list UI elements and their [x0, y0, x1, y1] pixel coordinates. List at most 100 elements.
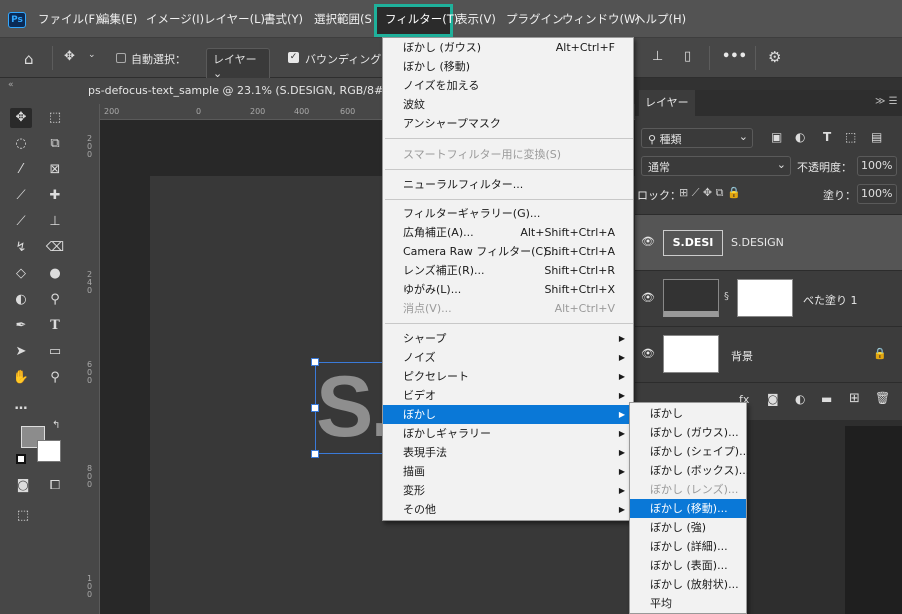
blend-mode-dropdown[interactable]: 通常 ⌄ — [641, 156, 791, 176]
rectangle-tool-icon[interactable]: ▭ — [44, 342, 66, 362]
distribute-icon[interactable]: ▯ — [684, 49, 691, 64]
selection-bounding-box[interactable] — [315, 362, 385, 454]
menu-select[interactable]: 選択範囲(S — [314, 0, 372, 38]
submenu-item-motion-blur[interactable]: ぼかし (移動)... — [630, 499, 746, 518]
menu-view[interactable]: 表示(V) — [456, 0, 496, 38]
default-colors-icon[interactable] — [16, 454, 26, 464]
layer-name[interactable]: べた塗り 1 — [803, 292, 858, 308]
menu-item-other[interactable]: その他 ▶ — [383, 500, 633, 519]
submenu-item-blur-more[interactable]: ぼかし (強) — [630, 518, 746, 537]
trash-icon[interactable]: 🗑 — [875, 391, 890, 405]
transform-handle[interactable] — [311, 404, 319, 412]
menu-item-unsharp-mask-recent[interactable]: アンシャープマスク — [383, 114, 633, 133]
new-layer-icon[interactable]: ⊞ — [849, 391, 860, 406]
submenu-item-blur[interactable]: ぼかし — [630, 404, 746, 423]
object-select-tool-icon[interactable]: ⧉ — [44, 134, 66, 154]
tab-layers[interactable]: レイヤー — [639, 90, 695, 116]
menu-image[interactable]: イメージ(I) — [146, 0, 204, 38]
chevron-down-icon[interactable]: ⌄ — [88, 50, 96, 60]
menu-item-stylize[interactable]: 表現手法 ▶ — [383, 443, 633, 462]
layer-name[interactable]: S.DESIGN — [731, 236, 784, 249]
group-folder-icon[interactable]: ▬ — [821, 392, 832, 406]
submenu-item-shape-blur[interactable]: ぼかし (シェイプ)... — [630, 442, 750, 461]
menu-layer[interactable]: レイヤー(L) — [204, 0, 265, 38]
swap-colors-icon[interactable]: ↰ — [52, 420, 60, 431]
menu-item-adaptive-wide-angle[interactable]: 広角補正(A)... Alt+Shift+Ctrl+A — [383, 223, 633, 242]
stamp-tool-icon[interactable]: ⊥ — [44, 212, 66, 232]
filter-pixel-icon[interactable]: ▣ — [771, 130, 782, 144]
blur-tool-icon[interactable]: ● — [44, 264, 66, 284]
menu-item-camera-raw[interactable]: Camera Raw フィルター(C)... Shift+Ctrl+A — [383, 242, 633, 261]
crop-tool-icon[interactable]: ⊠ — [44, 160, 66, 180]
submenu-item-average[interactable]: 平均 — [630, 594, 746, 613]
dodge-tool-icon[interactable]: ◐ — [10, 290, 32, 310]
menu-edit[interactable]: 編集(E) — [98, 0, 137, 38]
menu-item-pixelate[interactable]: ピクセレート ▶ — [383, 367, 633, 386]
healing-brush-tool-icon[interactable]: ✚ — [44, 186, 66, 206]
fill-input[interactable]: 100% — [857, 184, 897, 204]
hand-tool-icon[interactable]: ✋ — [10, 368, 32, 388]
menu-item-liquify[interactable]: ゆがみ(L)... Shift+Ctrl+X — [383, 280, 633, 299]
frame-tool-icon[interactable]: ⬚ — [12, 506, 34, 526]
layer-name[interactable]: 背景 — [731, 348, 753, 364]
filter-type-icon[interactable]: T — [823, 130, 831, 144]
menu-plugins[interactable]: プラグイン — [506, 0, 564, 38]
more-tools-icon[interactable]: … — [10, 396, 32, 416]
magic-wand-tool-icon[interactable]: ⁄ — [10, 160, 32, 180]
adjustment-layer-icon[interactable]: ◐ — [795, 392, 805, 406]
history-brush-tool-icon[interactable]: ↯ — [10, 238, 32, 258]
document-tab[interactable]: ps-defocus-text_sample @ 23.1% (S.DESIGN… — [80, 78, 400, 104]
menu-item-blur[interactable]: ぼかし ▶ — [383, 405, 633, 424]
menu-item-convert-smart-filter[interactable]: スマートフィルター用に変換(S) — [383, 145, 633, 164]
submenu-item-gaussian-blur[interactable]: ぼかし (ガウス)... — [630, 423, 746, 442]
menu-item-noise[interactable]: ノイズ ▶ — [383, 348, 633, 367]
transform-handle[interactable] — [311, 450, 319, 458]
layer-row-sdesign[interactable]: 👁 S.DESI S.DESIGN — [635, 214, 902, 270]
menu-file[interactable]: ファイル(F) — [38, 0, 100, 38]
marquee-tool-icon[interactable]: ⬚ — [44, 108, 66, 128]
filter-adjustment-icon[interactable]: ◐ — [795, 130, 805, 144]
lock-icons[interactable]: ⊞ ⟋ ✥ ⧉ 🔒 — [679, 186, 741, 200]
screen-mode-icon[interactable]: ⧠ — [44, 476, 66, 496]
submenu-item-lens-blur[interactable]: ぼかし (レンズ)... — [630, 480, 746, 499]
pen-tool-icon[interactable]: ✒ — [10, 316, 32, 336]
menu-item-neural-filters[interactable]: ニューラルフィルター... — [383, 175, 633, 194]
move-tool-icon[interactable]: ✥ — [64, 49, 75, 64]
move-tool-icon[interactable]: ✥ — [10, 108, 32, 128]
menu-item-vanishing-point[interactable]: 消点(V)... Alt+Ctrl+V — [383, 299, 633, 318]
align-icon[interactable]: ⊥ — [652, 49, 663, 64]
filter-smart-object-icon[interactable]: ▤ — [871, 130, 882, 144]
menu-type[interactable]: 書式(Y) — [264, 0, 303, 38]
panel-menu-icon[interactable]: ≫ ☰ — [875, 96, 898, 107]
paint-bucket-tool-icon[interactable]: ◇ — [10, 264, 32, 284]
zoom-lens-tool-icon[interactable]: ⚲ — [44, 290, 66, 310]
menu-item-distort[interactable]: 変形 ▶ — [383, 481, 633, 500]
transform-handle[interactable] — [311, 358, 319, 366]
home-icon[interactable]: ⌂ — [24, 50, 34, 68]
menu-window[interactable]: ウィンドウ(W) — [562, 0, 640, 38]
eyedropper-tool-icon[interactable]: ⟋ — [10, 186, 32, 206]
visibility-eye-icon[interactable]: 👁 — [641, 347, 655, 360]
add-mask-icon[interactable]: ◙ — [767, 392, 779, 406]
menu-item-sharpen[interactable]: シャープ ▶ — [383, 329, 633, 348]
type-tool-icon[interactable]: T — [44, 316, 66, 336]
visibility-eye-icon[interactable]: 👁 — [641, 291, 655, 304]
auto-select-checkbox[interactable] — [116, 53, 126, 63]
opacity-input[interactable]: 100% — [857, 156, 897, 176]
menu-filter[interactable]: フィルター(T) — [385, 0, 458, 38]
more-options-icon[interactable]: ••• — [722, 49, 747, 64]
menu-item-lens-correction[interactable]: レンズ補正(R)... Shift+Ctrl+R — [383, 261, 633, 280]
lasso-tool-icon[interactable]: ◌ — [10, 134, 32, 154]
eraser-tool-icon[interactable]: ⌫ — [44, 238, 66, 258]
menu-item-filter-gallery[interactable]: フィルターギャラリー(G)... — [383, 204, 633, 223]
submenu-item-radial-blur[interactable]: ぼかし (放射状)... — [630, 575, 746, 594]
submenu-item-box-blur[interactable]: ぼかし (ボックス)... — [630, 461, 749, 480]
menu-item-video[interactable]: ビデオ ▶ — [383, 386, 633, 405]
menu-item-motion-blur-recent[interactable]: ぼかし (移動) — [383, 57, 633, 76]
layer-row-fill[interactable]: 👁 § べた塗り 1 — [635, 270, 902, 326]
menu-item-ripple-recent[interactable]: 波紋 — [383, 95, 633, 114]
gear-icon[interactable]: ⚙ — [768, 48, 781, 66]
menu-item-add-noise-recent[interactable]: ノイズを加える — [383, 76, 633, 95]
menu-item-blur-gallery[interactable]: ぼかしギャラリー ▶ — [383, 424, 633, 443]
brush-tool-icon[interactable]: ⟋ — [10, 212, 32, 232]
